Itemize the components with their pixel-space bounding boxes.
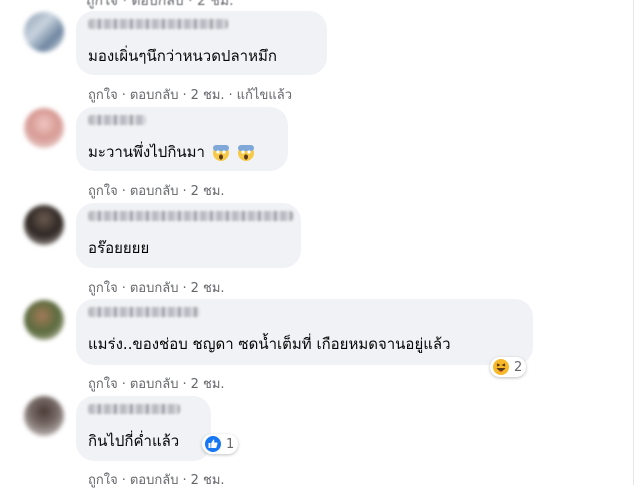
author-name[interactable] (88, 404, 180, 414)
reaction-count-label: 1 (226, 436, 235, 452)
timestamp[interactable]: 2 ชม. (191, 469, 225, 490)
reply-link[interactable]: ตอบกลับ (130, 469, 179, 490)
like-link[interactable]: ถูกใจ (88, 469, 118, 490)
author-name[interactable] (88, 307, 200, 317)
like-link[interactable]: ถูกใจ (88, 373, 118, 394)
timestamp[interactable]: 2 ชม. (191, 180, 225, 201)
author-name[interactable] (88, 115, 146, 125)
haha-icon (493, 359, 509, 375)
comment-text: มะวานพึ่งไปกินมา (88, 142, 255, 162)
timestamp[interactable]: 2 ชม. (191, 84, 225, 105)
comment-bubble: แมร่ง..ของช่อบ ชญดา ซดน้ำเต็มที่ เกือยหม… (76, 299, 533, 365)
comment-text: มองเผิ่นๆนึกว่าหนวดปลาหมึก (88, 47, 277, 65)
scream-emoji-icon (237, 144, 254, 161)
comment-actions: ถูกใจ · ตอบกลับ · 2 ชม. (88, 373, 225, 394)
avatar[interactable] (24, 12, 64, 52)
avatar[interactable] (24, 205, 64, 245)
reaction-count[interactable]: 2 (490, 357, 527, 377)
comment-bubble: มะวานพึ่งไปกินมา (76, 107, 288, 171)
reaction-count[interactable]: 1 (202, 434, 239, 454)
comment-bubble: กินไปกี่ค่ำแล้ว (76, 396, 211, 461)
comment-actions: ถูกใจ · ตอบกลับ · 2 ชม. (88, 180, 225, 201)
avatar[interactable] (24, 108, 64, 148)
like-link[interactable]: ถูกใจ (88, 180, 118, 201)
comment-text: อร๊อยยยย (88, 239, 150, 257)
comment-bubble: มองเผิ่นๆนึกว่าหนวดปลาหมึก (76, 11, 327, 75)
comment-actions: ถูกใจ · ตอบกลับ · 2 ชม. (88, 277, 225, 298)
reply-link[interactable]: ตอบกลับ (130, 373, 179, 394)
comment-text: แมร่ง..ของช่อบ ชญดา ซดน้ำเต็มที่ เกือยหม… (88, 335, 451, 353)
avatar[interactable] (24, 300, 64, 340)
comment-actions: ถูกใจ · ตอบกลับ · 2 ชม. (88, 469, 225, 490)
avatar[interactable] (24, 396, 64, 436)
comment-bubble: อร๊อยยยย (76, 203, 301, 268)
timestamp[interactable]: 2 ชม. (191, 277, 225, 298)
author-name[interactable] (88, 211, 293, 221)
like-icon (205, 436, 221, 452)
reply-link[interactable]: ตอบกลับ (130, 84, 179, 105)
reaction-count-label: 2 (514, 359, 523, 375)
reply-link[interactable]: ตอบกลับ (130, 180, 179, 201)
scrollbar-track (633, 0, 634, 485)
comment-text: กินไปกี่ค่ำแล้ว (88, 432, 180, 450)
reply-link[interactable]: ตอบกลับ (130, 277, 179, 298)
scream-emoji-icon (212, 144, 229, 161)
edited-label: แก้ไขแล้ว (236, 88, 292, 103)
timestamp[interactable]: 2 ชม. (191, 373, 225, 394)
like-link[interactable]: ถูกใจ (88, 277, 118, 298)
comment-text-content: มะวานพึ่งไปกินมา (88, 143, 205, 161)
author-name[interactable] (88, 19, 228, 29)
like-link[interactable]: ถูกใจ (88, 84, 118, 105)
comment-actions: ถูกใจ · ตอบกลับ · 2 ชม. · แก้ไขแล้ว (88, 84, 292, 105)
